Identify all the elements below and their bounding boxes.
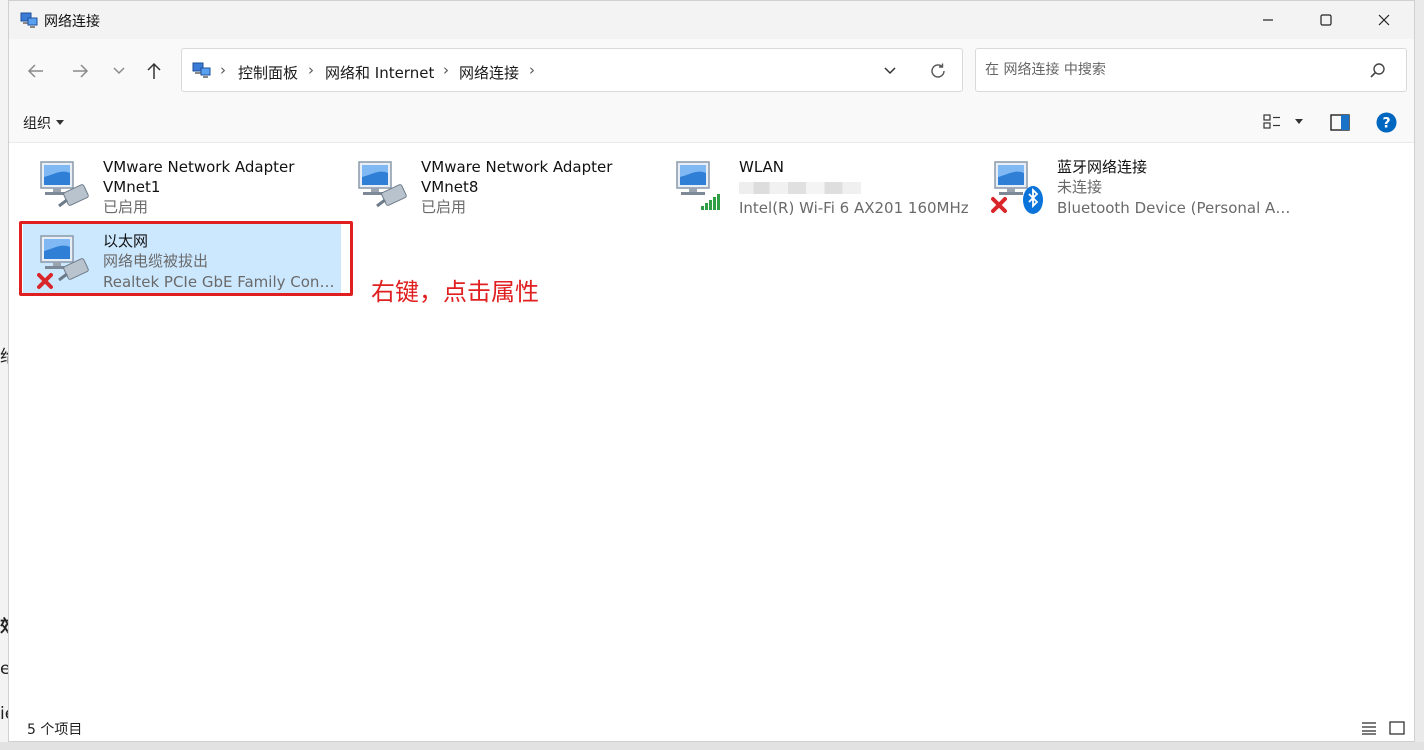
recent-locations-button[interactable]: [102, 55, 136, 87]
up-button[interactable]: [137, 55, 171, 87]
blurred-ssid: [739, 182, 861, 194]
maximize-button[interactable]: [1297, 1, 1355, 39]
connection-device: Intel(R) Wi-Fi 6 AX201 160MHz: [739, 199, 969, 217]
breadcrumb-separator-icon: ›: [220, 61, 226, 79]
connection-item-vmnet8[interactable]: VMware Network Adapter VMnet8 已启用: [341, 150, 659, 220]
breadcrumb-separator-icon: ›: [529, 61, 535, 79]
disconnected-x-icon: [991, 197, 1007, 213]
chevron-down-icon: [113, 67, 125, 75]
background-text-fragment: ie: [0, 704, 8, 724]
connection-item-bluetooth[interactable]: 蓝牙网络连接 未连接 Bluetooth Device (Personal Ar…: [977, 150, 1295, 220]
connection-status: 已启用: [103, 198, 149, 216]
maximize-icon: [1320, 14, 1332, 26]
preview-pane-icon: [1330, 113, 1350, 131]
back-button[interactable]: [19, 55, 53, 87]
organize-label: 组织: [23, 116, 51, 132]
close-button[interactable]: [1355, 1, 1413, 39]
view-options-icon: [1263, 114, 1280, 129]
connection-device: Realtek PCIe GbE Family Contr...: [103, 273, 339, 291]
search-input[interactable]: [985, 59, 1355, 81]
network-connections-icon: [20, 12, 38, 28]
connection-item-wlan[interactable]: WLAN Intel(R) Wi-Fi 6 AX201 160MHz: [659, 150, 977, 220]
connection-name: VMware Network Adapter: [421, 158, 613, 176]
item-count: 5 个项目: [27, 722, 83, 738]
large-icons-view-icon: [1389, 721, 1405, 735]
preview-pane-button[interactable]: [1329, 112, 1351, 132]
command-bar: 组织 ?: [9, 101, 1414, 143]
organize-menu-button[interactable]: 组织: [23, 113, 64, 133]
navigation-bar: › 控制面板 › 网络和 Internet › 网络连接 ›: [9, 39, 1414, 101]
refresh-icon: [931, 63, 945, 78]
connection-status: 未连接: [1057, 178, 1103, 196]
close-icon: [1378, 14, 1390, 26]
window-title: 网络连接: [44, 14, 100, 30]
svg-text:?: ?: [1382, 115, 1390, 131]
background-taskbar-strip: [0, 742, 1424, 750]
connection-status: [739, 177, 975, 198]
background-text-fragment: e: [0, 659, 8, 679]
help-button[interactable]: ?: [1375, 112, 1397, 132]
arrow-right-icon: [73, 64, 89, 78]
bluetooth-adapter-icon: [991, 161, 1043, 214]
caret-down-icon: [1295, 119, 1303, 124]
title-bar: 网络连接: [9, 1, 1414, 39]
annotation-text: 右键，点击属性: [371, 278, 539, 306]
search-box[interactable]: [975, 48, 1407, 92]
details-view-icon: [1362, 722, 1376, 735]
breadcrumb-control-panel[interactable]: 控制面板: [238, 62, 298, 83]
ethernet-adapter-icon: [37, 235, 89, 289]
connection-item-ethernet[interactable]: 以太网 网络电缆被拔出 Realtek PCIe GbE Family Cont…: [23, 224, 341, 294]
details-view-button[interactable]: [1359, 719, 1379, 737]
status-bar: 5 个项目: [9, 714, 1414, 741]
large-icons-view-button[interactable]: [1387, 719, 1407, 737]
address-bar[interactable]: › 控制面板 › 网络和 Internet › 网络连接 ›: [181, 48, 963, 92]
breadcrumb-separator-icon: ›: [308, 61, 314, 79]
background-edge: [0, 0, 8, 750]
ethernet-adapter-icon: [40, 161, 89, 208]
minimize-button[interactable]: [1239, 1, 1297, 39]
background-text-fragment: 效: [0, 612, 8, 637]
view-dropdown-button[interactable]: [1288, 112, 1310, 132]
caret-down-icon: [56, 120, 64, 125]
connection-name-line2: VMnet8: [421, 178, 479, 196]
connection-status: 网络电缆被拔出: [103, 252, 209, 270]
wifi-adapter-icon: [676, 161, 720, 210]
change-view-button[interactable]: [1261, 112, 1283, 132]
chevron-down-icon: [884, 67, 896, 75]
breadcrumb-network-and-internet[interactable]: 网络和 Internet: [325, 62, 434, 83]
background-text-fragment: 给: [0, 342, 8, 367]
connection-name-line2: VMnet1: [103, 178, 161, 196]
network-connections-window: 网络连接 › 控制面板 › 网络和 Internet › 网络连接 › 在 网络…: [8, 0, 1415, 742]
connection-name: 蓝牙网络连接: [1057, 158, 1148, 176]
minimize-icon: [1263, 19, 1273, 21]
bluetooth-icon: [1023, 186, 1043, 214]
connection-status: 已启用: [421, 198, 467, 216]
arrow-left-icon: [27, 64, 43, 78]
forward-button[interactable]: [63, 55, 97, 87]
connection-name: 以太网: [103, 232, 149, 250]
connection-device: Bluetooth Device (Personal Ar...: [1057, 199, 1293, 217]
connection-name: VMware Network Adapter: [103, 158, 295, 176]
network-connections-icon: [192, 62, 211, 78]
connection-name: WLAN: [739, 158, 785, 176]
connections-list: VMware Network Adapter VMnet1 已启用 VMware…: [9, 144, 1414, 714]
connection-item-vmnet1[interactable]: VMware Network Adapter VMnet1 已启用: [23, 150, 341, 220]
disconnected-x-icon: [37, 273, 53, 289]
ethernet-adapter-icon: [358, 161, 407, 208]
help-icon: ?: [1376, 112, 1396, 132]
arrow-up-icon: [147, 62, 161, 79]
breadcrumb-network-connections[interactable]: 网络连接: [459, 62, 519, 83]
breadcrumb-separator-icon: ›: [443, 61, 449, 79]
search-icon: [1370, 63, 1385, 78]
wifi-signal-icon: [701, 194, 720, 210]
address-history-button[interactable]: [878, 59, 902, 83]
refresh-button[interactable]: [926, 59, 950, 83]
